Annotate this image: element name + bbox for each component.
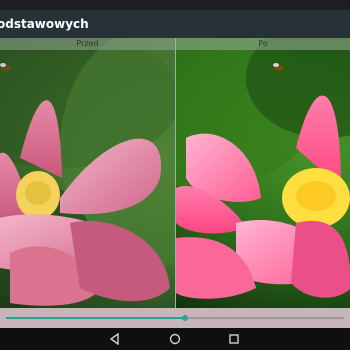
seekbar-progress (6, 317, 186, 319)
back-icon[interactable] (107, 331, 123, 347)
navigation-bar (0, 328, 350, 350)
seekbar-panel (0, 308, 350, 328)
before-image-pane: Przed (0, 38, 175, 308)
status-bar (0, 0, 350, 10)
compare-divider-handle[interactable] (175, 38, 176, 308)
lotus-photo-before (0, 38, 175, 308)
app-bar: odstawowych (0, 10, 350, 38)
seekbar-thumb[interactable] (182, 315, 189, 321)
after-label: Po (176, 38, 350, 50)
screen: odstawowych Przed Po (0, 0, 350, 350)
recents-icon[interactable] (226, 331, 242, 347)
after-image-pane: Po (176, 38, 350, 308)
seekbar[interactable] (6, 315, 344, 321)
app-title: odstawowych (0, 17, 89, 31)
home-icon[interactable] (167, 331, 183, 347)
before-label: Przed (0, 38, 175, 50)
lotus-photo-after (176, 38, 350, 308)
